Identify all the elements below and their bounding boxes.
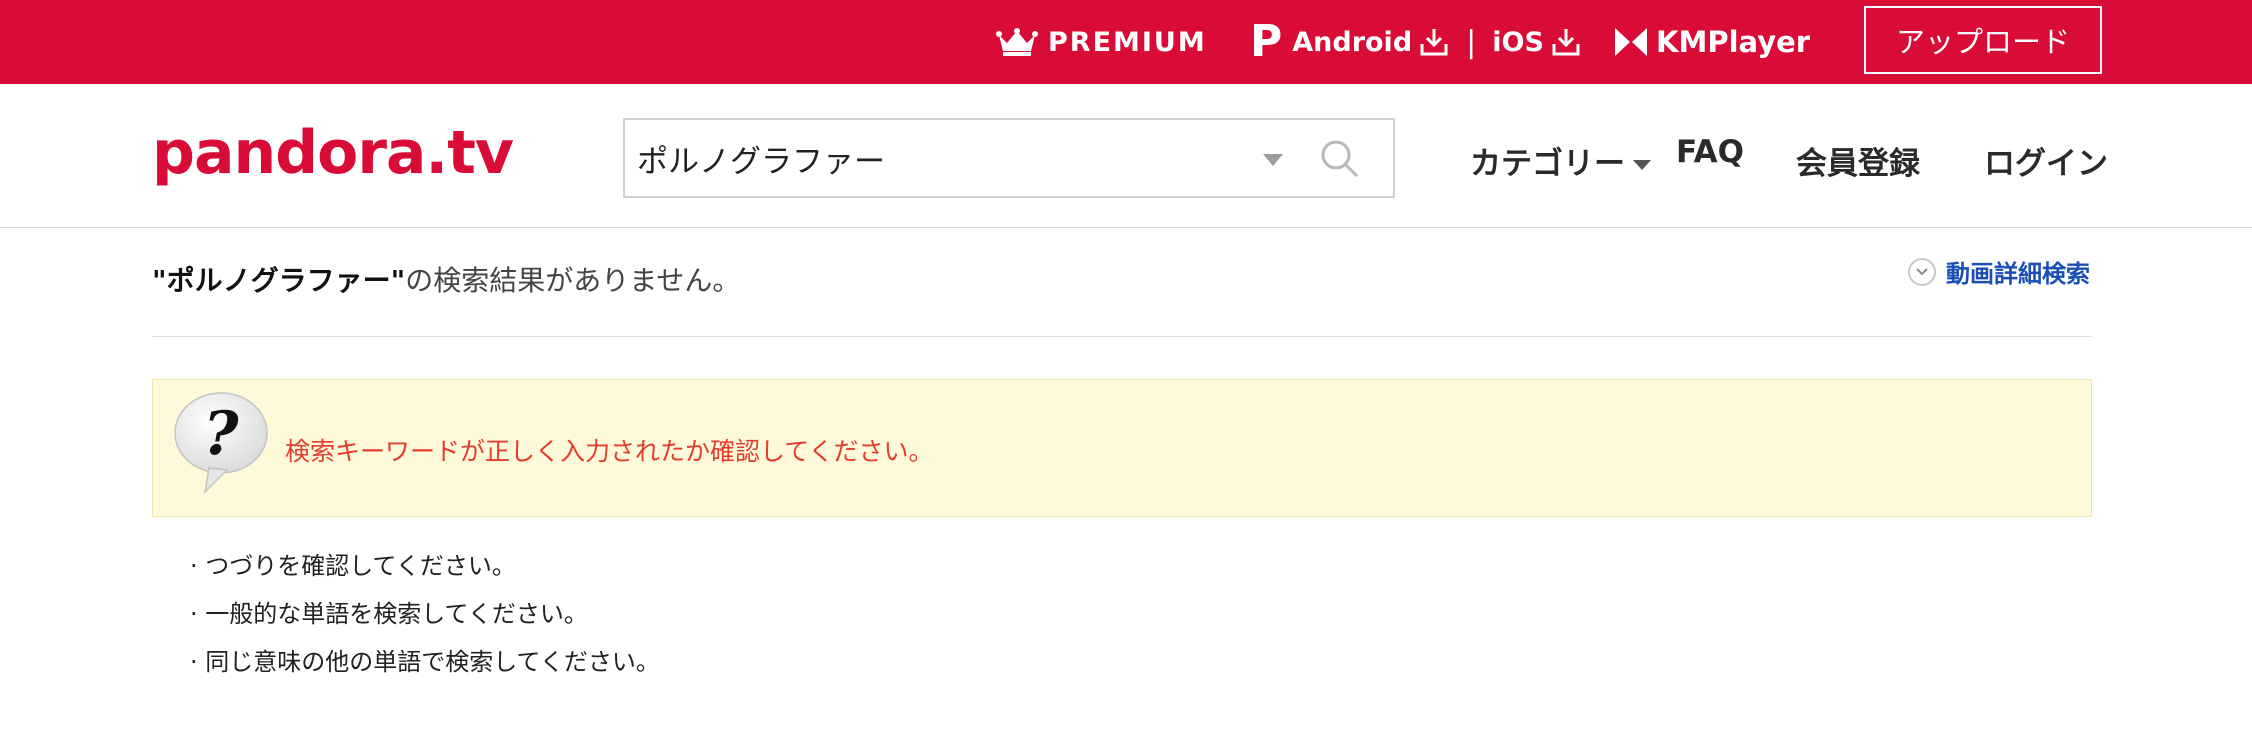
chevron-down-icon [1633, 159, 1651, 170]
search-input[interactable] [637, 128, 1237, 188]
nav-category[interactable]: カテゴリー [1470, 138, 1651, 183]
ios-download-icon[interactable] [1550, 26, 1582, 58]
result-suffix: の検索結果がありません。 [405, 264, 741, 297]
tip-item: · つづりを確認してください。 [190, 552, 516, 580]
nav-faq[interactable]: FAQ [1676, 134, 1744, 170]
pandora-logo[interactable]: pandora.tv [152, 118, 514, 188]
search-dropdown-icon[interactable] [1263, 154, 1283, 166]
tips-list: · つづりを確認してください。 · 一般的な単語を検索してください。 · 同じ意… [190, 542, 660, 686]
question-bubble-icon: ? [174, 392, 268, 495]
search-box [623, 118, 1395, 198]
nav-join[interactable]: 会員登録 [1796, 138, 1920, 183]
top-bar: PREMIUM P Android | iOS KMPlayer アップロード [0, 0, 2252, 84]
tip-item: · 同じ意味の他の単語で検索してください。 [190, 648, 660, 676]
android-link[interactable]: Android [1292, 27, 1412, 58]
site-header: pandora.tv カテゴリー FAQ 会員登録 ログイン [0, 84, 2252, 228]
premium-label: PREMIUM [1048, 26, 1207, 58]
ios-link[interactable]: iOS [1492, 27, 1544, 58]
result-title: "ポルノグラファー"の検索結果がありません。 [152, 259, 740, 299]
crown-icon [996, 28, 1038, 56]
advanced-search-link[interactable]: 動画詳細検索 [1908, 254, 2090, 289]
chevron-down-circle-icon [1908, 257, 1936, 286]
notice-box: ? 検索キーワードが正しく入力されたか確認してください。 [152, 379, 2092, 517]
tip-item: · 一般的な単語を検索してください。 [190, 600, 588, 628]
kmplayer-link[interactable]: KMPlayer [1614, 0, 1810, 84]
svg-text:?: ? [203, 399, 239, 469]
upload-button[interactable]: アップロード [1864, 6, 2102, 74]
separator: | [1466, 24, 1477, 60]
kmplayer-label: KMPlayer [1656, 25, 1811, 59]
nav-category-label: カテゴリー [1470, 146, 1625, 182]
advanced-search-label: 動画詳細検索 [1946, 260, 2090, 288]
premium-link[interactable]: PREMIUM [996, 0, 1207, 84]
android-download-icon[interactable] [1418, 26, 1450, 58]
result-keyword: "ポルノグラファー" [152, 264, 406, 297]
kmplayer-icon [1615, 28, 1647, 56]
divider [152, 336, 2092, 337]
nav-login[interactable]: ログイン [1984, 138, 2108, 183]
search-icon[interactable] [1317, 136, 1363, 182]
app-download-links: P Android | iOS [1250, 0, 1582, 84]
notice-text: 検索キーワードが正しく入力されたか確認してください。 [285, 437, 934, 466]
pandora-p-icon: P [1250, 16, 1283, 67]
